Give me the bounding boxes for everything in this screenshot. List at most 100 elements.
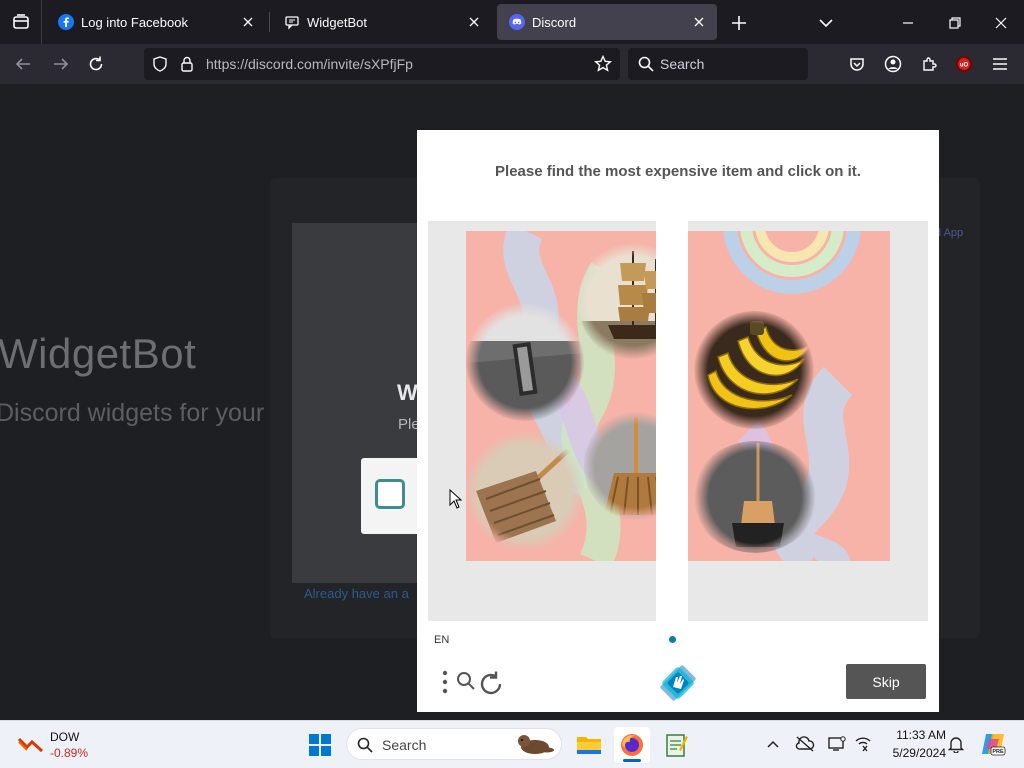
- restore-button[interactable]: [943, 12, 967, 34]
- chevron-down-icon: [819, 19, 833, 28]
- browser-tab-bar: Log into Facebook WidgetBot Discord: [0, 0, 1024, 44]
- tab-title: Discord: [532, 14, 577, 30]
- puzzle-icon: [923, 57, 937, 71]
- tab-widgetbot[interactable]: WidgetBot: [272, 4, 492, 40]
- clock-date[interactable]: 5/29/2024: [870, 746, 946, 760]
- otter-illustration-icon: [513, 731, 555, 757]
- search-icon: [638, 56, 654, 72]
- bell-icon: [948, 737, 964, 753]
- new-tab-button[interactable]: [728, 12, 750, 34]
- tab-separator: [269, 12, 270, 32]
- taskbar-search[interactable]: Search: [346, 728, 562, 760]
- shield-icon[interactable]: [152, 56, 168, 72]
- reload-button[interactable]: [85, 53, 107, 75]
- search-icon: [357, 737, 373, 753]
- file-explorer-button[interactable]: [571, 727, 607, 763]
- copilot-button[interactable]: PRE: [980, 731, 1006, 757]
- open-app-link[interactable]: d App: [935, 227, 963, 239]
- widgetbot-subtitle: Discord widgets for your: [0, 399, 265, 427]
- close-tab-icon[interactable]: [240, 14, 256, 30]
- bookmark-star-icon[interactable]: [594, 55, 612, 73]
- ublock-icon: uO: [956, 56, 972, 72]
- close-window-button[interactable]: [989, 12, 1013, 34]
- close-tab-icon[interactable]: [466, 14, 482, 30]
- search-bar[interactable]: Search: [628, 48, 808, 80]
- captcha-option-right[interactable]: [688, 221, 928, 621]
- discord-icon: [509, 14, 525, 30]
- stock-widget[interactable]: [18, 733, 44, 755]
- tab-list-icon: [12, 14, 29, 29]
- windows-logo-icon: [309, 734, 331, 756]
- svg-text:uO: uO: [960, 63, 969, 69]
- minimize-icon: [903, 22, 913, 24]
- list-all-tabs-button[interactable]: [815, 12, 837, 34]
- collage-left: [466, 231, 656, 561]
- pocket-icon: [850, 58, 864, 71]
- menu-button[interactable]: [989, 53, 1011, 75]
- language-selector[interactable]: EN: [434, 634, 449, 646]
- back-arrow-icon: [15, 58, 30, 70]
- minimize-button[interactable]: [896, 12, 920, 34]
- zoom-icon[interactable]: [456, 671, 476, 691]
- close-tab-icon[interactable]: [691, 14, 707, 30]
- display-button[interactable]: [826, 733, 848, 755]
- captcha-prompt: Please find the most expensive item and …: [495, 163, 861, 180]
- tab-title: Log into Facebook: [81, 14, 188, 30]
- facebook-icon: [58, 14, 74, 30]
- already-have-account-link[interactable]: Already have an a: [304, 586, 409, 601]
- forward-button[interactable]: [50, 53, 72, 75]
- account-icon: [884, 55, 902, 73]
- widgetbot-title: WidgetBot: [0, 330, 197, 377]
- stock-change: -0.89%: [50, 746, 89, 760]
- restore-icon: [949, 17, 961, 29]
- search-placeholder: Search: [660, 56, 705, 72]
- ublock-button[interactable]: uO: [953, 53, 975, 75]
- login-heading: W: [397, 380, 418, 405]
- tab-list-button[interactable]: [0, 0, 42, 44]
- captcha-checkbox[interactable]: [375, 479, 405, 509]
- address-bar[interactable]: https://discord.com/invite/sXPfjFp: [144, 48, 620, 80]
- lock-icon[interactable]: [179, 56, 195, 72]
- skip-button[interactable]: Skip: [846, 664, 926, 699]
- pocket-button[interactable]: [846, 53, 868, 75]
- copilot-icon: PRE: [982, 734, 1006, 756]
- start-button[interactable]: [308, 733, 332, 757]
- mouse-cursor-icon: [449, 489, 463, 509]
- firefox-button[interactable]: [614, 727, 650, 763]
- hcaptcha-logo-icon: [660, 665, 696, 701]
- close-icon: [995, 17, 1007, 29]
- firefox-icon: [621, 734, 643, 756]
- stock-name: DOW: [50, 730, 80, 744]
- account-button[interactable]: [882, 53, 904, 75]
- bananas-image: [694, 311, 814, 429]
- tab-facebook[interactable]: Log into Facebook: [46, 4, 266, 40]
- back-button[interactable]: [12, 53, 34, 75]
- cloud-offline-icon: [795, 736, 815, 752]
- doorway-image: [466, 303, 584, 421]
- stock-chart-icon: [18, 737, 44, 753]
- extensions-button[interactable]: [918, 53, 940, 75]
- dustpan-image: [692, 441, 818, 553]
- page-indicator-dot: [669, 636, 676, 643]
- notepad-button[interactable]: [658, 727, 694, 763]
- windows-taskbar: DOW -0.89% Search 11:33 AM 5/29/2024 PRE: [0, 720, 1024, 768]
- clock-time[interactable]: 11:33 AM: [870, 728, 946, 742]
- refresh-icon[interactable]: [477, 670, 505, 698]
- captcha-option-left[interactable]: [428, 221, 656, 690]
- more-options-icon[interactable]: [437, 668, 453, 696]
- url-text: https://discord.com/invite/sXPfjFp: [206, 56, 413, 72]
- show-hidden-icons-button[interactable]: [762, 733, 784, 755]
- tab-title: WidgetBot: [307, 14, 367, 30]
- hamburger-icon: [993, 58, 1007, 70]
- notepad-icon: [666, 734, 688, 757]
- captcha-challenge: Please find the most expensive item and …: [417, 130, 939, 712]
- taskbar-search-placeholder: Search: [382, 737, 427, 753]
- active-app-indicator: [623, 759, 641, 762]
- forward-arrow-icon: [54, 58, 69, 70]
- tab-discord[interactable]: Discord: [497, 4, 717, 40]
- chat-icon: [284, 14, 300, 30]
- onedrive-status[interactable]: [794, 733, 816, 755]
- notifications-button[interactable]: [945, 733, 967, 755]
- broom-image: [466, 431, 584, 551]
- plus-icon: [732, 16, 746, 30]
